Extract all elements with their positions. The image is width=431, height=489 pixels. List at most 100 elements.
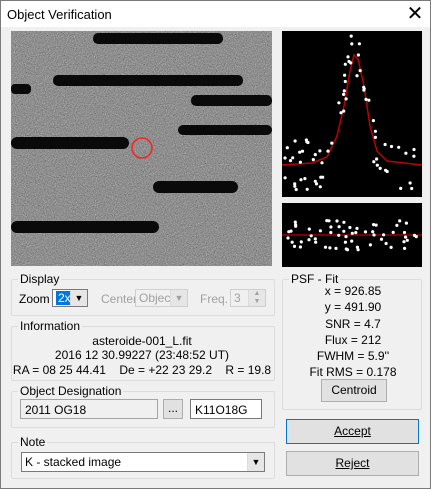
residual-sample-point bbox=[405, 238, 409, 242]
freq-value: 3 bbox=[234, 291, 241, 305]
psf-sample-point bbox=[389, 144, 394, 149]
psf-sample-point bbox=[383, 142, 387, 147]
chevron-down-icon[interactable]: ▼ bbox=[70, 290, 87, 306]
residual-sample-point bbox=[384, 241, 388, 246]
psf-sample-point bbox=[404, 151, 408, 155]
residual-sample-point bbox=[345, 248, 350, 252]
residual-sample-point bbox=[337, 233, 341, 237]
residual-sample-point bbox=[307, 238, 311, 242]
psf-sample-point bbox=[372, 160, 376, 164]
residual-sample-point bbox=[329, 230, 333, 235]
residual-sample-point bbox=[372, 233, 376, 237]
residual-sample-point bbox=[334, 246, 338, 250]
psf-sample-point bbox=[397, 145, 401, 149]
residual-sample-point bbox=[395, 223, 399, 227]
psf-sample-point bbox=[384, 168, 388, 172]
psf-sample-point bbox=[283, 176, 287, 180]
residual-sample-point bbox=[371, 230, 375, 234]
residual-sample-point bbox=[348, 225, 352, 230]
accept-label: Accept bbox=[334, 424, 371, 438]
residual-sample-point bbox=[337, 225, 341, 229]
psf-sample-point bbox=[373, 129, 377, 133]
spin-arrows-icon[interactable]: ▲ ▼ bbox=[248, 290, 265, 306]
star-field-image bbox=[11, 31, 272, 266]
residual-sample-point bbox=[292, 244, 297, 248]
psf-sample-point bbox=[300, 149, 305, 153]
psf-sample-point bbox=[330, 141, 334, 145]
residual-sample-point bbox=[374, 223, 378, 227]
note-select[interactable]: K - stacked image ▼ bbox=[21, 452, 265, 472]
reject-button[interactable]: Reject bbox=[286, 451, 419, 476]
psf-sample-point bbox=[399, 186, 403, 190]
psf-sample-point bbox=[313, 179, 317, 183]
psf-sample-point bbox=[375, 157, 379, 161]
psf-sample-point bbox=[357, 42, 361, 46]
residual-sample-point bbox=[323, 245, 328, 249]
psf-sample-point bbox=[367, 98, 371, 102]
residual-sample-point bbox=[398, 219, 402, 223]
coordinates-readout: RA = 08 25 44.41 De = +22 23 29.2 R = 19… bbox=[12, 363, 272, 377]
residual-sample-point bbox=[355, 226, 359, 230]
psf-sample-point bbox=[342, 109, 346, 113]
psf-sample-point bbox=[339, 111, 343, 115]
residual-sample-point bbox=[412, 233, 417, 237]
psf-sample-point bbox=[343, 73, 347, 77]
psf-sample-point bbox=[362, 85, 366, 89]
browse-button[interactable]: ... bbox=[163, 399, 183, 419]
residual-sample-point bbox=[307, 227, 311, 231]
residual-sample-point bbox=[318, 229, 322, 233]
residual-sample-point bbox=[389, 245, 393, 249]
freq-spinner[interactable]: 3 ▲ ▼ bbox=[230, 289, 266, 307]
psf-sample-point bbox=[375, 163, 379, 167]
chevron-down-icon[interactable]: ▼ bbox=[170, 290, 187, 306]
center-select[interactable]: Object ▼ bbox=[135, 289, 188, 307]
accept-button[interactable]: Accept bbox=[286, 419, 419, 444]
residual-sample-point bbox=[293, 220, 297, 224]
zoom-select[interactable]: 2x ▼ bbox=[52, 289, 88, 307]
packed-designation-value: K11O18G bbox=[195, 403, 248, 417]
residual-sample-point bbox=[379, 237, 384, 241]
residual-sample-point bbox=[329, 225, 333, 229]
observation-datetime: 2016 12 30.99227 (23:48:52 UT) bbox=[54, 348, 230, 362]
centroid-button[interactable]: Centroid bbox=[321, 379, 387, 402]
psf-sample-point bbox=[288, 159, 293, 163]
residual-sample-point bbox=[290, 240, 294, 244]
packed-designation-field[interactable]: K11O18G bbox=[190, 399, 262, 419]
image-view[interactable] bbox=[11, 31, 272, 266]
psf-sample-point bbox=[291, 156, 295, 160]
zoom-label: Zoom bbox=[19, 292, 50, 306]
psf-sample-point bbox=[350, 42, 354, 46]
residual-sample-point bbox=[342, 229, 346, 233]
psf-sample-point bbox=[346, 55, 350, 59]
psf-sample-point bbox=[299, 178, 303, 182]
psf-sample-point bbox=[318, 185, 322, 189]
residual-sample-point bbox=[404, 221, 408, 225]
psf-sample-point bbox=[412, 154, 416, 158]
psf-sample-point bbox=[293, 184, 297, 188]
psf-sample-point bbox=[362, 88, 366, 92]
psf-sample-point bbox=[364, 97, 368, 101]
display-legend: Display bbox=[20, 272, 60, 286]
center-value: Object bbox=[139, 291, 174, 305]
psf-fit-rms: Fit RMS = 0.178 bbox=[309, 365, 397, 379]
close-icon[interactable]: ✕ bbox=[400, 1, 430, 27]
residual-sample-point bbox=[328, 246, 332, 250]
psf-profile-plot bbox=[281, 31, 423, 197]
psf-sample-point bbox=[319, 175, 323, 179]
psf-snr: SNR = 4.7 bbox=[325, 317, 381, 331]
psf-sample-point bbox=[283, 156, 287, 160]
freq-label: Freq. bbox=[200, 292, 229, 306]
designation-name-value: 2011 OG18 bbox=[25, 403, 87, 417]
residual-sample-point bbox=[382, 233, 386, 237]
residual-sample-point bbox=[342, 220, 346, 224]
psf-sample-point bbox=[342, 89, 346, 93]
psf-sample-point bbox=[373, 135, 377, 139]
psf-sample-point bbox=[326, 149, 330, 153]
psf-sample-point bbox=[318, 149, 322, 153]
psf-sample-point bbox=[313, 153, 317, 157]
psf-sample-point bbox=[294, 187, 298, 192]
residual-sample-point bbox=[335, 219, 339, 223]
psf-sample-point bbox=[358, 69, 362, 73]
chevron-down-icon[interactable]: ▼ bbox=[247, 453, 264, 471]
designation-name-field[interactable]: 2011 OG18 bbox=[20, 399, 158, 419]
